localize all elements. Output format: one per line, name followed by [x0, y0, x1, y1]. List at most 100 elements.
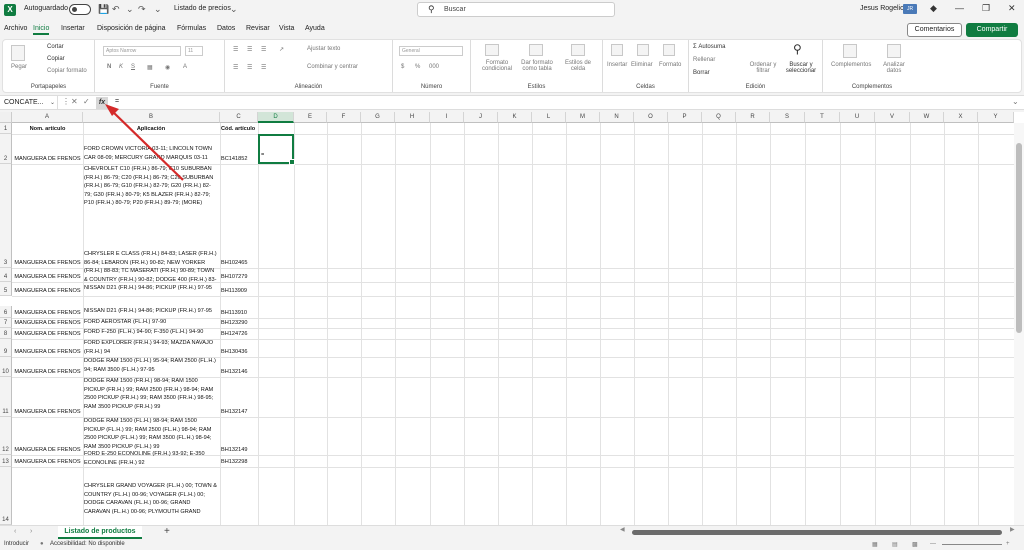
row-header-14[interactable]: 14: [0, 467, 12, 525]
fill-color-icon[interactable]: ◉: [165, 64, 170, 71]
cell-b4[interactable]: CHRYSLER E CLASS (FR.H.) 84-83; LASER (F…: [84, 250, 218, 282]
paste-button[interactable]: Pegar: [11, 64, 27, 70]
row-header-8[interactable]: 8: [0, 328, 12, 339]
borders-icon[interactable]: ▦: [147, 64, 153, 71]
column-header-s[interactable]: S: [770, 112, 805, 123]
prev-sheet-icon[interactable]: ‹: [14, 528, 16, 535]
cell-c1[interactable]: Cód. artículo: [221, 125, 257, 134]
find-select-button[interactable]: Buscar y seleccionar: [781, 62, 821, 74]
align-right-icon[interactable]: ☰: [261, 64, 266, 71]
align-left-icon[interactable]: ☰: [233, 64, 238, 71]
number-format-select[interactable]: General: [399, 46, 463, 56]
row-header-10[interactable]: 10: [0, 357, 12, 377]
tab-inicio[interactable]: Inicio: [33, 25, 50, 35]
undo-dropdown-icon[interactable]: ⌄: [126, 4, 134, 15]
cell-a2[interactable]: MANGUERA DE FRENOS: [13, 155, 82, 164]
tab-archivo[interactable]: Archivo: [4, 25, 27, 32]
ideas-icon[interactable]: ◆: [930, 3, 937, 14]
orientation-icon[interactable]: ↗: [279, 46, 284, 53]
underline-icon[interactable]: S: [131, 64, 135, 70]
cell-a11[interactable]: MANGUERA DE FRENOS: [13, 408, 82, 417]
delete-cells-icon[interactable]: [637, 44, 649, 56]
font-color-icon[interactable]: A: [183, 64, 187, 70]
merge-center-button[interactable]: Combinar y centrar: [307, 64, 358, 70]
cell-b14[interactable]: CHRYSLER GRAND VOYAGER (FL.H.) 00; TOWN …: [84, 482, 218, 516]
customize-qat-icon[interactable]: ⌄: [154, 4, 162, 15]
column-header-w[interactable]: W: [910, 112, 944, 123]
column-header-u[interactable]: U: [840, 112, 875, 123]
tab-vista[interactable]: Vista: [279, 25, 294, 32]
accessibility-icon[interactable]: ●: [40, 541, 44, 547]
cell-c10[interactable]: BH132146: [221, 368, 257, 377]
cell-a7[interactable]: MANGUERA DE FRENOS: [13, 319, 82, 328]
bold-icon[interactable]: N: [107, 64, 111, 70]
cell-b9[interactable]: FORD EXPLORER (FR.H.) 94-93; MAZDA NAVAJ…: [84, 339, 218, 356]
accessibility-status[interactable]: Accesibilidad: No disponible: [50, 541, 125, 547]
cell-b11[interactable]: DODGE RAM 1500 (FR.H.) 98-94; RAM 1500 P…: [84, 377, 218, 411]
cell-styles-button[interactable]: Estilos de celda: [561, 60, 595, 72]
align-top-icon[interactable]: ☰: [233, 46, 238, 53]
cell-b6[interactable]: NISSAN D21 (FR.H.) 94-86; PICKUP (FR.H.)…: [84, 307, 218, 316]
column-header-c[interactable]: C: [220, 112, 258, 123]
cell-a6[interactable]: MANGUERA DE FRENOS: [13, 309, 82, 318]
tab-insertar[interactable]: Insertar: [61, 25, 85, 32]
add-sheet-icon[interactable]: +: [164, 526, 170, 537]
tab-ayuda[interactable]: Ayuda: [305, 25, 325, 32]
fill-button[interactable]: Rellenar: [693, 57, 715, 63]
cell-a4[interactable]: MANGUERA DE FRENOS: [13, 273, 82, 282]
worksheet-grid[interactable]: ABCDEFGHIJKLMNOPQRSTUVWXY 1 2 3 4 5 6 7 8 9 10 11 1…: [0, 112, 1024, 525]
cell-a5[interactable]: MANGUERA DE FRENOS: [13, 287, 82, 296]
cell-b3[interactable]: CHEVROLET C10 (FR.H.) 86-79; C10 SUBURBA…: [84, 165, 218, 208]
cell-b5[interactable]: NISSAN D21 (FR.H.) 94-86; PICKUP (FR.H.)…: [84, 284, 218, 293]
column-header-n[interactable]: N: [600, 112, 634, 123]
column-header-q[interactable]: Q: [702, 112, 736, 123]
cell-c5[interactable]: BH113909: [221, 287, 257, 296]
active-cell-d2[interactable]: [258, 134, 295, 165]
sort-filter-button[interactable]: Ordenar y filtrar: [749, 62, 777, 74]
paste-icon[interactable]: [11, 45, 25, 61]
row-header-12[interactable]: 12: [0, 417, 12, 455]
comments-button[interactable]: Comentarios: [907, 23, 962, 37]
column-header-v[interactable]: V: [875, 112, 910, 123]
insert-cells-button[interactable]: Insertar: [607, 62, 627, 68]
cell-b10[interactable]: DODGE RAM 1500 (FL.H.) 95-94; RAM 2500 (…: [84, 357, 218, 374]
minimize-icon[interactable]: —: [955, 3, 964, 13]
column-header-f[interactable]: F: [327, 112, 361, 123]
thousands-icon[interactable]: 000: [429, 64, 439, 70]
cell-c4[interactable]: BH107279: [221, 273, 257, 282]
column-header-o[interactable]: O: [634, 112, 668, 123]
row-header-7[interactable]: 7: [0, 318, 12, 328]
addins-icon[interactable]: [843, 44, 857, 58]
row-header-13[interactable]: 13: [0, 455, 12, 467]
scroll-left-icon[interactable]: ◀: [620, 526, 625, 533]
conditional-format-icon[interactable]: [485, 44, 499, 56]
row-header-6[interactable]: 6: [0, 306, 12, 318]
cell-a9[interactable]: MANGUERA DE FRENOS: [13, 348, 82, 357]
avatar[interactable]: JR: [903, 4, 917, 14]
restore-icon[interactable]: ❐: [982, 3, 990, 14]
font-size-select[interactable]: 11: [185, 46, 203, 56]
normal-view-icon[interactable]: ▦: [872, 541, 878, 548]
row-header-4[interactable]: 4: [0, 268, 12, 282]
row-header-3[interactable]: 3: [0, 164, 12, 268]
horizontal-scroll-thumb[interactable]: [632, 530, 1002, 535]
cell-c11[interactable]: BH132147: [221, 408, 257, 417]
row-header-2[interactable]: 2: [0, 134, 12, 164]
column-header-g[interactable]: G: [361, 112, 395, 123]
format-cells-icon[interactable]: [663, 44, 675, 56]
save-icon[interactable]: 💾: [98, 4, 109, 15]
name-box-dropdown-icon[interactable]: ⌄: [50, 96, 55, 110]
cell-a10[interactable]: MANGUERA DE FRENOS: [13, 368, 82, 377]
addins-button[interactable]: Complementos: [831, 62, 871, 68]
share-button[interactable]: Compartir: [966, 23, 1018, 37]
cell-c7[interactable]: BH123290: [221, 319, 257, 328]
cell-c9[interactable]: BH130436: [221, 348, 257, 357]
redo-icon[interactable]: ↷: [138, 4, 146, 15]
percent-icon[interactable]: %: [415, 64, 420, 70]
cell-c8[interactable]: BH124726: [221, 330, 257, 339]
autosave-toggle[interactable]: [69, 4, 91, 15]
conditional-format-button[interactable]: Formato condicional: [477, 60, 517, 72]
row-header-9[interactable]: 9: [0, 339, 12, 357]
cell-b13[interactable]: FORD E-250 ECONOLINE (FR.H.) 93-92; E-35…: [84, 450, 218, 467]
copy-button[interactable]: Copiar: [47, 56, 65, 62]
